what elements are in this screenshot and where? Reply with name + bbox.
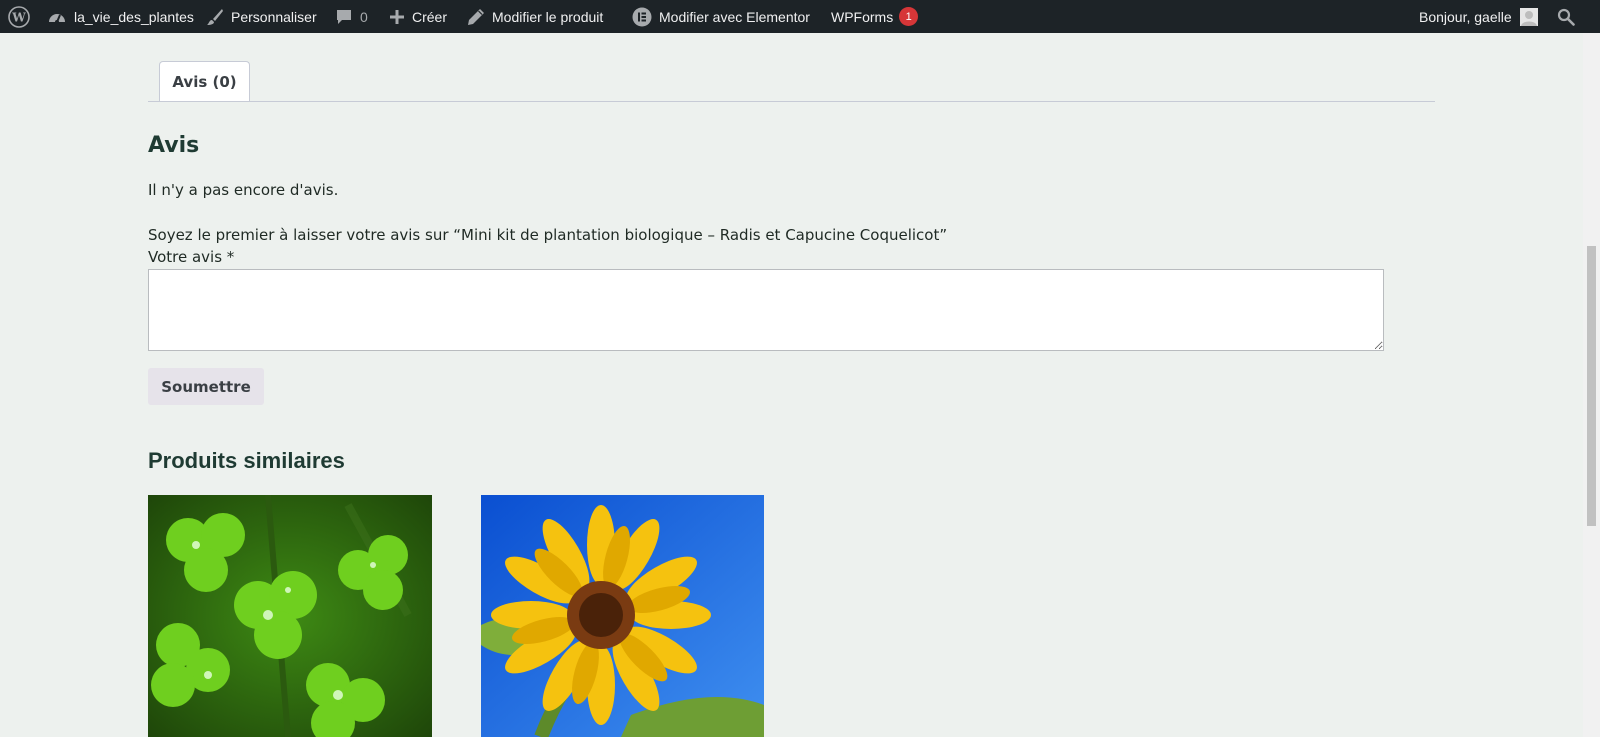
- elementor-link[interactable]: Modifier avec Elementor: [632, 0, 810, 33]
- new-content-link[interactable]: Créer: [389, 0, 447, 33]
- product-image-clover[interactable]: [148, 495, 432, 737]
- dashboard-icon: [47, 8, 67, 26]
- comment-icon: [335, 8, 353, 26]
- elementor-icon: [632, 7, 652, 27]
- customize-label: Personnaliser: [231, 8, 317, 25]
- edit-product-label: Modifier le produit: [492, 8, 604, 25]
- tab-reviews-label: Avis (0): [172, 72, 237, 91]
- no-reviews-text: Il n'y a pas encore d'avis.: [148, 181, 339, 199]
- greeting-label: Bonjour, gaelle: [1419, 8, 1512, 25]
- avatar: [1519, 7, 1538, 26]
- clover-photo: [148, 495, 432, 737]
- plus-icon: [389, 9, 405, 25]
- tabs-divider: [148, 101, 1435, 102]
- site-name-label: la_vie_des_plantes: [74, 8, 194, 25]
- svg-text:W: W: [11, 10, 26, 24]
- my-account-link[interactable]: Bonjour, gaelle: [1419, 0, 1538, 33]
- review-prompt-text: Soyez le premier à laisser votre avis su…: [148, 226, 948, 244]
- submit-button[interactable]: Soumettre: [148, 368, 264, 405]
- comments-link[interactable]: 0: [335, 0, 368, 33]
- review-textarea[interactable]: [148, 269, 1384, 351]
- admin-bar: W la_vie_des_plantes Personnaliser 0 Cré…: [0, 0, 1600, 33]
- customize-link[interactable]: Personnaliser: [206, 0, 317, 33]
- vertical-scrollbar[interactable]: [1583, 33, 1600, 737]
- wpforms-link[interactable]: WPForms 1: [831, 0, 919, 33]
- related-products-heading: Produits similaires: [148, 448, 345, 473]
- wordpress-logo-icon[interactable]: W: [8, 0, 30, 33]
- scrollbar-thumb[interactable]: [1587, 246, 1596, 526]
- sunflower-photo: [481, 495, 764, 737]
- tab-reviews[interactable]: Avis (0): [159, 61, 250, 101]
- elementor-label: Modifier avec Elementor: [659, 8, 810, 25]
- comments-count: 0: [360, 8, 368, 25]
- review-field-label: Votre avis *: [148, 248, 235, 266]
- wpforms-label: WPForms: [831, 8, 894, 25]
- paintbrush-icon: [206, 8, 224, 26]
- submit-label: Soumettre: [161, 377, 251, 396]
- reviews-heading: Avis: [148, 133, 200, 158]
- new-content-label: Créer: [412, 8, 448, 25]
- edit-product-link[interactable]: Modifier le produit: [467, 0, 603, 33]
- notification-badge: 1: [899, 7, 919, 26]
- product-image-sunflower[interactable]: [481, 495, 764, 737]
- site-name-link[interactable]: la_vie_des_plantes: [47, 0, 194, 33]
- search-icon[interactable]: [1557, 0, 1575, 33]
- pencil-icon: [467, 8, 485, 26]
